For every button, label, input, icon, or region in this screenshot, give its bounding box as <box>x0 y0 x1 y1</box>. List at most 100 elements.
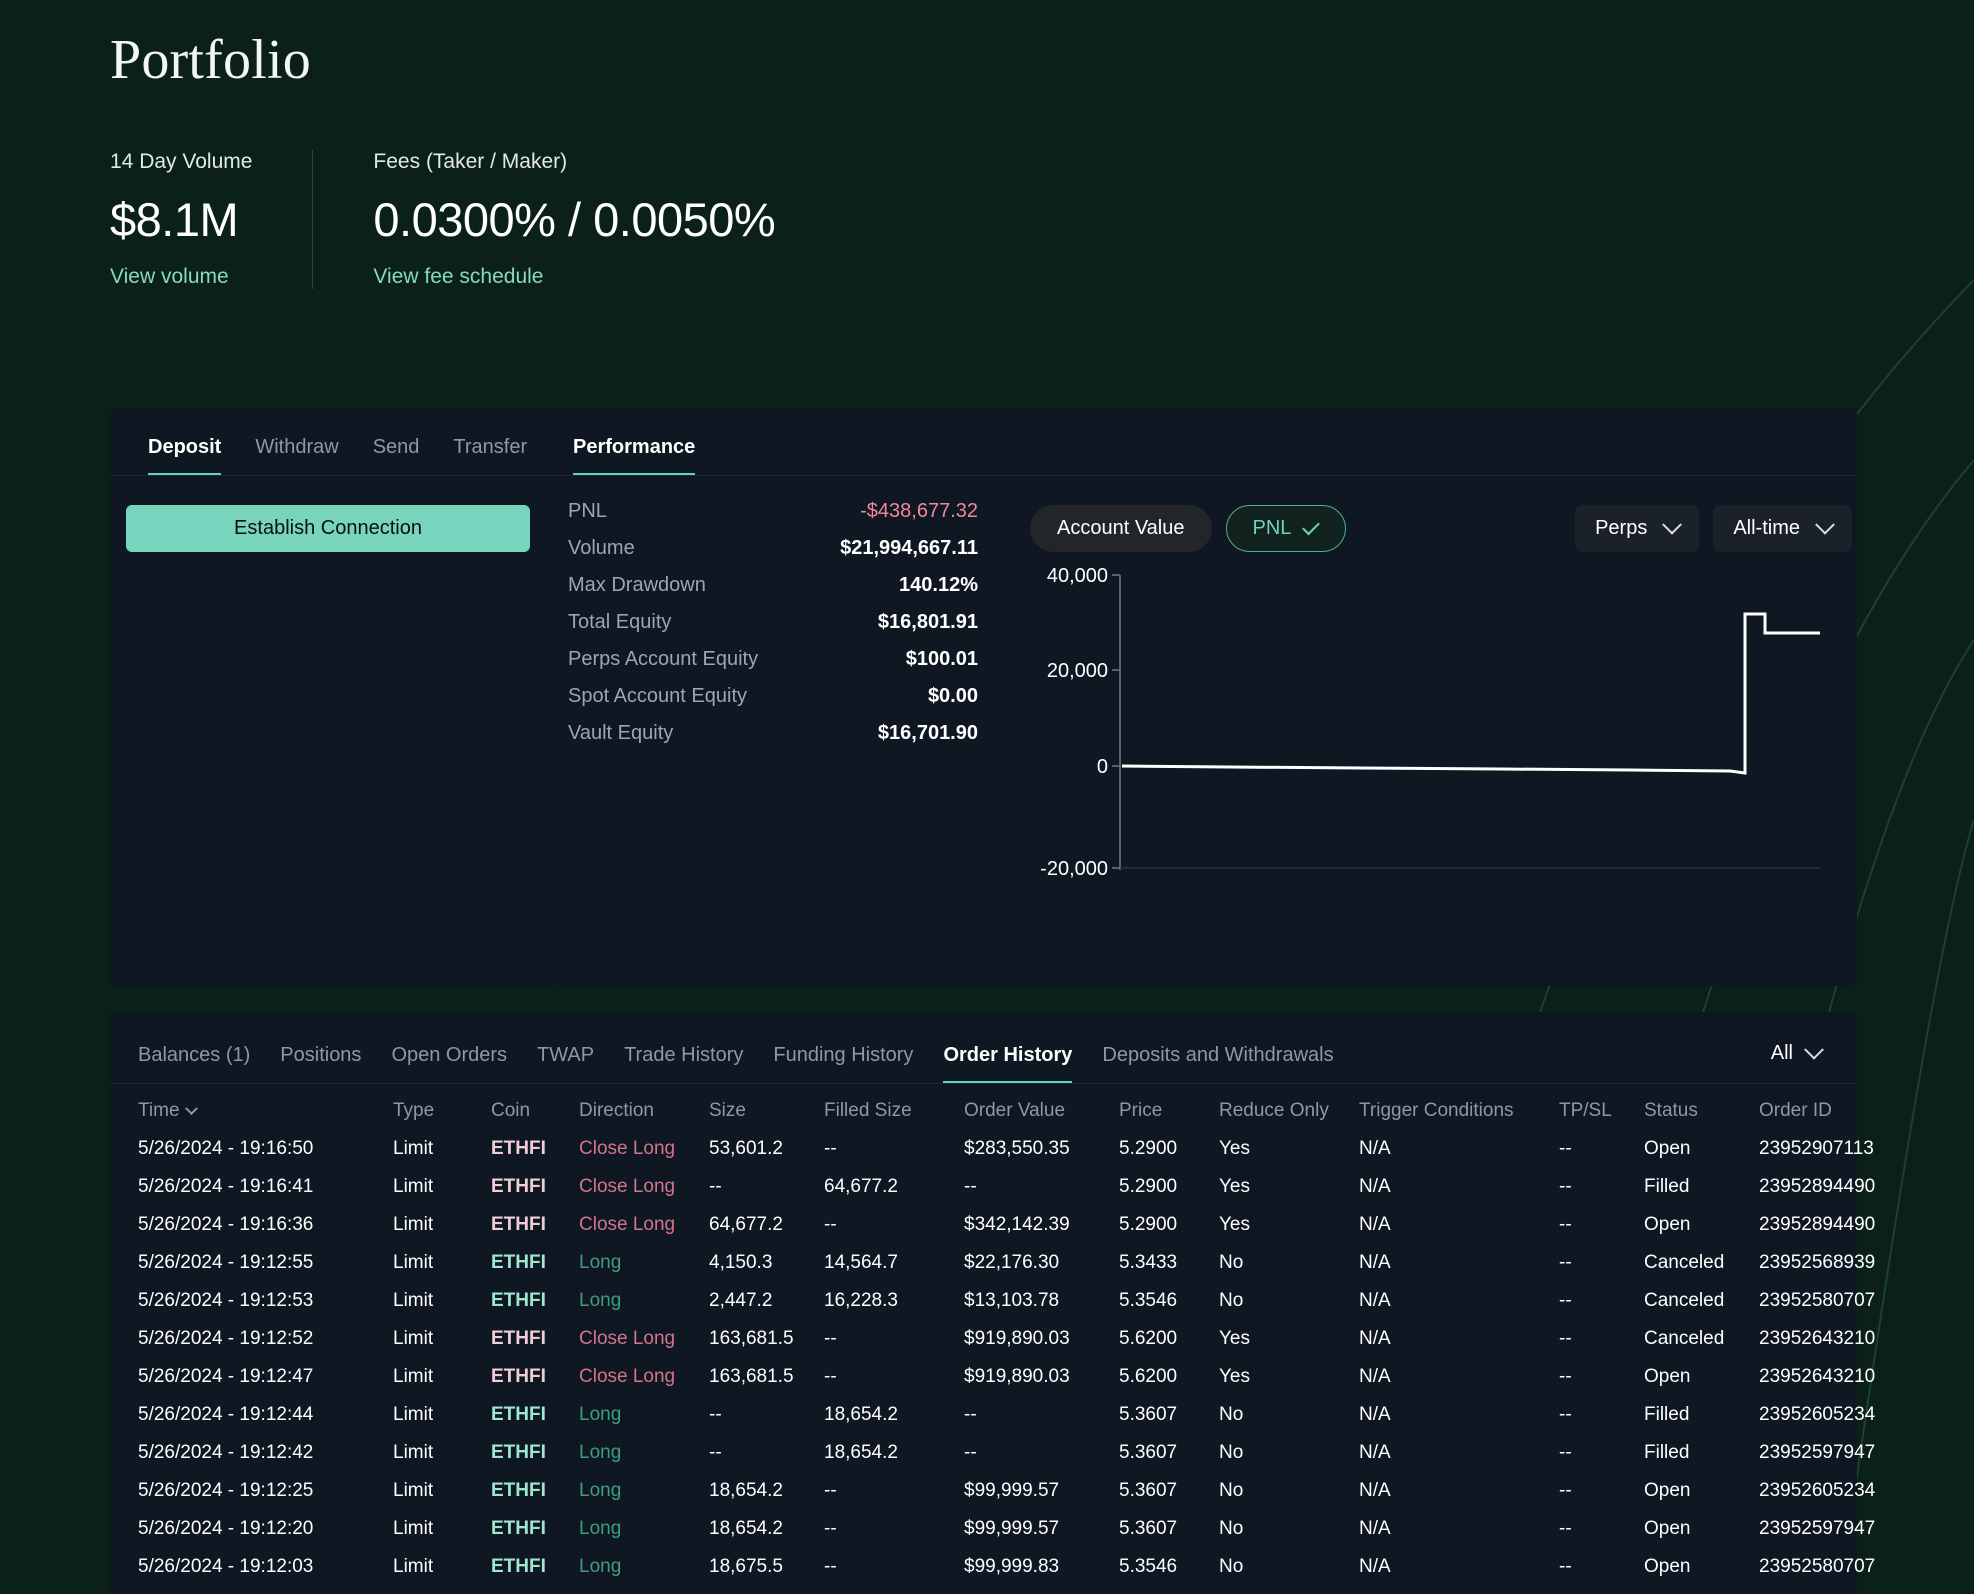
orders-panel: Balances (1) Positions Open Orders TWAP … <box>110 1012 1876 1594</box>
order-trigger-conditions: N/A <box>1359 1328 1391 1349</box>
table-row[interactable]: 5/26/2024 - 19:12:25 Limit ETHFI Long 18,654… <box>138 1472 1875 1510</box>
chevron-down-icon <box>1815 514 1835 535</box>
table-row[interactable]: 5/26/2024 - 19:11:52LimitETHFILong18,715… <box>138 1586 1829 1594</box>
pnl-chart-svg: 40,000 20,000 0 -20,000 <box>1040 565 1820 880</box>
tab-balances[interactable]: Balances (1) <box>138 1044 250 1083</box>
metric-label: Spot Account Equity <box>568 685 748 707</box>
order-direction: Long <box>579 1556 622 1577</box>
order-filled-size: -- <box>824 1586 964 1594</box>
order-price: 5.2900 <box>1119 1138 1178 1159</box>
metric-value: -$438,677.32 <box>860 500 978 522</box>
table-row[interactable]: 5/26/2024 - 19:12:42 Limit ETHFI Long -- 18,6… <box>138 1434 1876 1472</box>
order-filled-size: 18,654.2 <box>824 1442 898 1463</box>
order-status: Filled <box>1644 1404 1690 1425</box>
order-price: 5.2900 <box>1119 1214 1178 1235</box>
tab-open-orders[interactable]: Open Orders <box>391 1044 507 1083</box>
table-row[interactable]: 5/26/2024 - 19:16:36 Limit ETHFI Close Long… <box>138 1206 1875 1244</box>
y-tick-label: 40,000 <box>1047 565 1108 587</box>
order-type: Limit <box>393 1214 434 1235</box>
establish-connection-button[interactable]: Establish Connection <box>126 505 530 552</box>
order-status: Filled <box>1644 1442 1690 1463</box>
order-id: 23952568939 <box>1759 1252 1876 1273</box>
order-status: Canceled <box>1644 1328 1725 1349</box>
dropdown-market-type[interactable]: Perps <box>1575 505 1700 552</box>
order-reduce-only: No <box>1219 1556 1244 1577</box>
view-fee-schedule-link[interactable]: View fee schedule <box>373 265 775 289</box>
column-header-size: Size <box>709 1100 746 1121</box>
order-tpsl: -- <box>1559 1480 1572 1501</box>
table-row[interactable]: 5/26/2024 - 19:12:03 Limit ETHFI Long 18,675… <box>138 1548 1876 1586</box>
chart-series-toggles: Account Value PNL <box>1030 505 1347 552</box>
order-type: Limit <box>393 1518 434 1539</box>
column-header-order-value: Order Value <box>964 1100 1066 1121</box>
order-direction: Close Long <box>579 1138 676 1159</box>
order-direction: Long <box>579 1442 622 1463</box>
order-status: Canceled <box>1644 1290 1725 1311</box>
metric-value: $100.01 <box>905 648 978 670</box>
order-id: 23952568939 <box>1759 1586 1829 1594</box>
order-tpsl: -- <box>1559 1518 1572 1539</box>
table-row[interactable]: 5/26/2024 - 19:16:50 Limit ETHFI Close Long… <box>138 1130 1874 1168</box>
order-filled-size: 16,228.3 <box>824 1290 898 1311</box>
order-id: 23952580707 <box>1759 1556 1876 1577</box>
order-direction: Close Long <box>579 1176 676 1197</box>
view-volume-link[interactable]: View volume <box>110 265 252 289</box>
tab-deposits-withdrawals[interactable]: Deposits and Withdrawals <box>1102 1044 1333 1083</box>
tab-twap[interactable]: TWAP <box>537 1044 594 1083</box>
table-row[interactable]: 5/26/2024 - 19:12:20 Limit ETHFI Long 18,654… <box>138 1510 1875 1548</box>
order-type: Limit <box>393 1290 434 1311</box>
order-tpsl: -- <box>1559 1328 1572 1349</box>
metric-label: Max Drawdown <box>568 574 706 596</box>
order-type: Limit <box>393 1328 434 1349</box>
order-value: $13,103.78 <box>964 1290 1060 1311</box>
table-row[interactable]: 5/26/2024 - 19:12:44 Limit ETHFI Long -- 18,6… <box>138 1396 1876 1434</box>
chart-filters: Perps All-time <box>1575 505 1852 552</box>
order-id: 23952597947 <box>1759 1442 1876 1463</box>
metric-label: Total Equity <box>568 611 672 633</box>
stat-volume: 14 Day Volume $8.1M View volume <box>110 150 312 289</box>
tab-deposit[interactable]: Deposit <box>148 436 222 475</box>
order-reduce-only: Yes <box>1219 1328 1250 1349</box>
order-direction: Close Long <box>579 1214 676 1235</box>
order-tpsl: -- <box>1559 1366 1572 1387</box>
tab-trade-history[interactable]: Trade History <box>624 1044 743 1083</box>
tab-order-history[interactable]: Order History <box>943 1044 1073 1083</box>
order-time: 5/26/2024 - 19:12:44 <box>138 1404 314 1425</box>
order-id: 23952605234 <box>1759 1404 1876 1425</box>
table-row[interactable]: 5/26/2024 - 19:12:53 Limit ETHFI Long 2,447.… <box>138 1282 1875 1320</box>
toggle-account-value[interactable]: Account Value <box>1030 505 1212 552</box>
order-price: 5.2900 <box>1119 1176 1178 1197</box>
order-coin: ETHFI <box>491 1328 546 1349</box>
table-row[interactable]: 5/26/2024 - 19:12:47 Limit ETHFI Close Long… <box>138 1358 1875 1396</box>
order-type: Limit <box>393 1442 434 1463</box>
order-reduce-only: No <box>1219 1480 1244 1501</box>
orders-filter-dropdown[interactable]: All <box>1771 1039 1824 1065</box>
tab-withdraw[interactable]: Withdraw <box>255 436 338 475</box>
order-value: -- <box>964 1404 977 1425</box>
column-header-time[interactable]: Time <box>138 1084 393 1130</box>
metric-row: PNL -$438,677.32 <box>568 500 978 537</box>
metric-row: Volume $21,994,667.11 <box>568 537 978 574</box>
order-size: -- <box>709 1176 722 1197</box>
tab-transfer[interactable]: Transfer <box>453 436 527 475</box>
order-price: 5.3433 <box>1119 1586 1219 1594</box>
order-value: $99,999.86 <box>964 1586 1119 1594</box>
order-time: 5/26/2024 - 19:16:50 <box>138 1138 314 1159</box>
order-id: 23952894490 <box>1759 1176 1876 1197</box>
order-price: 5.3546 <box>1119 1556 1178 1577</box>
performance-tabbar: Performance <box>553 408 1857 476</box>
table-row[interactable]: 5/26/2024 - 19:12:55 Limit ETHFI Long 4,150.… <box>138 1244 1876 1282</box>
tab-send[interactable]: Send <box>373 436 420 475</box>
dropdown-time-range[interactable]: All-time <box>1713 505 1852 552</box>
table-row[interactable]: 5/26/2024 - 19:12:52 Limit ETHFI Close Long… <box>138 1320 1875 1358</box>
order-trigger-conditions: N/A <box>1359 1480 1391 1501</box>
order-status: Open <box>1644 1366 1691 1387</box>
order-trigger-conditions: N/A <box>1359 1290 1391 1311</box>
tab-funding-history[interactable]: Funding History <box>773 1044 913 1083</box>
order-coin: ETHFI <box>491 1290 546 1311</box>
tab-positions[interactable]: Positions <box>280 1044 361 1083</box>
order-time: 5/26/2024 - 19:12:42 <box>138 1442 314 1463</box>
table-row[interactable]: 5/26/2024 - 19:16:41 Limit ETHFI Close Long… <box>138 1168 1876 1206</box>
tab-performance[interactable]: Performance <box>573 436 696 475</box>
toggle-pnl[interactable]: PNL <box>1225 505 1347 552</box>
